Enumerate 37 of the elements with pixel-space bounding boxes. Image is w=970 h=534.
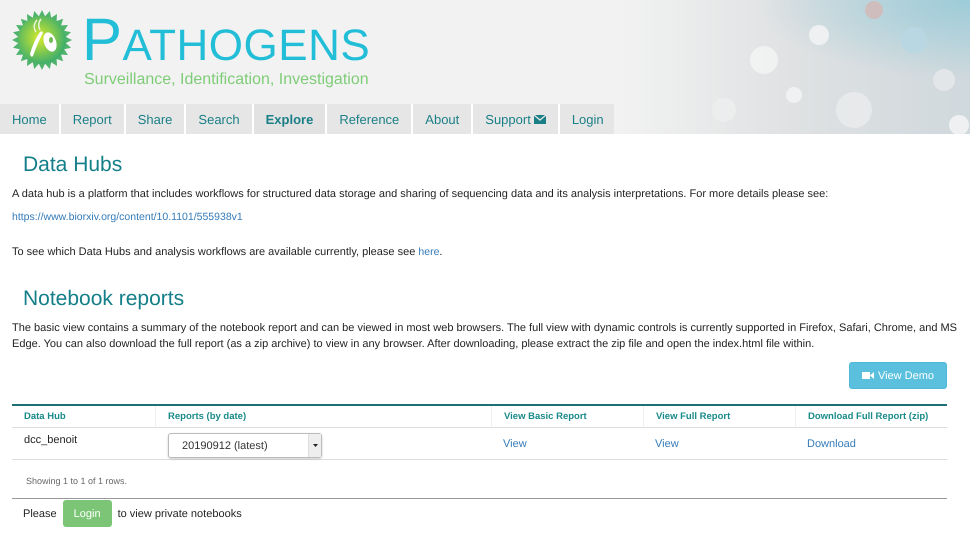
section-heading: Notebook reports [23,286,184,312]
video-camera-icon [862,371,874,380]
nav-tab[interactable]: Login [560,104,616,134]
prompt-text: to view private notebooks [118,508,242,520]
intro-paragraph: A data hub is a platform that includes workflows for structured data storage and sharing of sequencing data and its analysis interpretations. For more details please see: [12,187,830,202]
cell-logo-icon[interactable] [12,10,72,70]
site-title: PATHOGENS [82,14,370,72]
column-header: Data Hub [12,406,155,428]
view-link[interactable]: View [503,438,527,450]
table-summary: Showing 1 to 1 of 1 rows. [12,460,947,499]
nav-tab[interactable]: Support [473,104,560,134]
here-link[interactable]: here [418,246,440,258]
nav-tab[interactable]: Report [60,104,126,134]
column-header: Download Full Report (zip) [795,406,947,428]
column-header: View Full Report [643,406,795,428]
nav-tab[interactable]: Reference [327,104,414,134]
nav-tab[interactable]: Home [0,104,61,134]
view-link[interactable]: View [655,438,679,450]
article-link[interactable]: https://www.biorxiv.org/content/10.1101/555938v1 [12,209,243,225]
envelope-icon [534,114,546,124]
view-demo-button[interactable]: View Demo [848,362,947,389]
prompt-text: Please [23,508,57,520]
section-heading: Data Hubs [23,152,122,178]
nav-tab[interactable]: Share [126,104,186,134]
description-paragraph: The basic view contains a summary of the notebook report and can be viewed in most web browsers. The full view with dynamic controls is currently supported in Firefox, Safari, Chrome, and MS Edge. You can also download the full report (as a zip archive) to view in any browser. After downloading, please extract the zip file and open the index.html file within. [12,321,958,352]
nav-tab[interactable]: Explore [254,104,328,134]
download-link[interactable]: Download [807,438,856,450]
availability-sentence: To see which Data Hubs and analysis workflows are available currently, please see here. [12,245,444,260]
column-header: View Basic Report [491,406,643,428]
table-cell: dcc_benoit [12,428,155,460]
nav-tab[interactable]: Search [186,104,254,134]
caret-icon [312,444,318,447]
login-button[interactable]: Login [62,500,112,527]
site-tagline: Surveillance, Identification, Investigation [84,71,369,89]
report-select[interactable]: 20190912 (latest) [168,433,322,458]
nav-tab[interactable]: About [413,104,474,134]
column-header: Reports (by date) [155,406,491,428]
